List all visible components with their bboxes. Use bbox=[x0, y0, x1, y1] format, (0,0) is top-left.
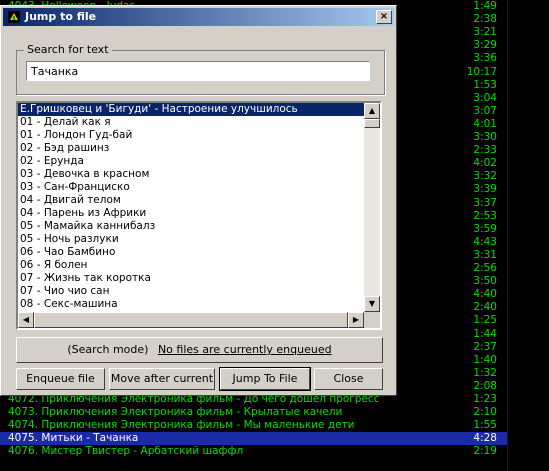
result-item[interactable]: 05 - Мамайка каннибалз bbox=[18, 220, 364, 233]
playlist-time: 2:38 bbox=[473, 13, 497, 26]
result-item[interactable]: 07 - Чио чио сан bbox=[18, 285, 364, 298]
playlist-time: 2:08 bbox=[473, 379, 497, 392]
playlist-time: 3:36 bbox=[473, 52, 497, 65]
vertical-scrollbar[interactable]: ▲ ▼ bbox=[364, 103, 380, 312]
search-input[interactable] bbox=[26, 61, 370, 81]
scroll-down-icon[interactable]: ▼ bbox=[364, 296, 380, 312]
playlist-time: 1:53 bbox=[473, 78, 497, 91]
playlist-time: 4:43 bbox=[473, 235, 497, 248]
playlist-time: 3:37 bbox=[473, 196, 497, 209]
status-message: No files are currently enqueued bbox=[157, 343, 332, 356]
playlist-row[interactable]: 1:55 4074. Приключения Электроника фильм … bbox=[0, 419, 549, 432]
scroll-up-icon[interactable]: ▲ bbox=[364, 103, 380, 119]
scroll-corner bbox=[364, 312, 380, 328]
results-list[interactable]: Е.Гришковец и 'Бигуди' - Настроение улуч… bbox=[16, 101, 382, 330]
result-item[interactable]: 04 - Парень из Африки bbox=[18, 207, 364, 220]
jump-to-file-dialog: Jump to file × Search for text Е.Гришков… bbox=[0, 5, 397, 396]
playlist-time: 1:32 bbox=[473, 366, 497, 379]
search-legend: Search for text bbox=[24, 43, 112, 56]
scroll-right-icon[interactable]: ▶ bbox=[348, 312, 364, 328]
result-item[interactable]: 06 - Чао Бамбино bbox=[18, 246, 364, 259]
result-item[interactable]: 01 - Делай как я bbox=[18, 116, 364, 129]
results-items: Е.Гришковец и 'Бигуди' - Настроение улуч… bbox=[18, 103, 364, 311]
playlist-time: 1:23 bbox=[473, 393, 497, 405]
playlist-row[interactable]: 4:28 4075. Митьки - Тачанка bbox=[0, 432, 549, 446]
playlist-time: 4:40 bbox=[473, 288, 497, 301]
close-icon[interactable]: × bbox=[376, 10, 392, 24]
result-item[interactable]: 02 - Бэд рашинз bbox=[18, 142, 364, 155]
playlist-time: 4:01 bbox=[473, 117, 497, 130]
playlist-time: 3:29 bbox=[473, 39, 497, 52]
jump-to-file-button[interactable]: Jump To File bbox=[219, 367, 311, 391]
result-item[interactable]: Е.Гришковец и 'Бигуди' - Настроение улуч… bbox=[18, 103, 364, 116]
status-mode: (Search mode) bbox=[67, 343, 149, 356]
playlist-time: 4:02 bbox=[473, 157, 497, 170]
result-item[interactable]: 07 - Жизнь так коротка bbox=[18, 272, 364, 285]
playlist-title: 4073. Приключения Электроника фильм - Кр… bbox=[8, 406, 343, 419]
playlist-title: 4075. Митьки - Тачанка bbox=[8, 432, 139, 445]
playlist-time: 1:25 bbox=[473, 314, 497, 327]
result-item[interactable]: 06 - Я болен bbox=[18, 259, 364, 272]
move-after-current-button[interactable]: Move after current bbox=[109, 368, 215, 390]
playlist-time: 2:40 bbox=[473, 301, 497, 314]
scroll-thumb[interactable] bbox=[364, 119, 380, 128]
playlist-time: 3:50 bbox=[473, 275, 497, 288]
horizontal-scrollbar[interactable]: ◀ ▶ bbox=[18, 312, 364, 328]
playlist-time: 10:17 bbox=[466, 65, 497, 78]
result-item[interactable]: 04 - Двигай телом bbox=[18, 194, 364, 207]
result-item[interactable]: 08 - Секс-машина bbox=[18, 298, 364, 311]
playlist-time: 3:31 bbox=[473, 248, 497, 261]
result-item[interactable]: 03 - Сан-Франциско bbox=[18, 181, 364, 194]
playlist-time: 1:55 bbox=[473, 419, 497, 432]
playlist-time: 3:32 bbox=[473, 170, 497, 183]
playlist-row[interactable]: 2:10 4073. Приключения Электроника фильм … bbox=[0, 406, 549, 419]
playlist-time: 2:56 bbox=[473, 262, 497, 274]
playlist-time: 1:44 bbox=[473, 327, 497, 340]
result-item[interactable]: 01 - Лондон Гуд-бай bbox=[18, 129, 364, 142]
playlist-time: 3:39 bbox=[473, 183, 497, 196]
playlist-time: 4:28 bbox=[473, 432, 497, 445]
result-item[interactable]: 03 - Девочка в красном bbox=[18, 168, 364, 181]
result-item[interactable]: 05 - Ночь разлуки bbox=[18, 233, 364, 246]
playlist-time: 2:19 bbox=[473, 445, 497, 458]
scroll-left-icon[interactable]: ◀ bbox=[18, 312, 34, 328]
playlist-title: 4074. Приключения Электроника фильм - Мы… bbox=[8, 419, 355, 432]
playlist-title: 4076. Мистер Твистер - Арбатский шаффл bbox=[8, 445, 244, 458]
playlist-time: 1:49 bbox=[473, 0, 497, 12]
result-item[interactable]: 02 - Ерунда bbox=[18, 155, 364, 168]
playlist-time: 2:53 bbox=[473, 209, 497, 222]
playlist-time: 3:21 bbox=[473, 26, 497, 39]
playlist-time: 3:59 bbox=[473, 222, 497, 235]
search-group: Search for text bbox=[16, 43, 385, 95]
status-bar: (Search mode) No files are currently enq… bbox=[16, 337, 383, 363]
close-button[interactable]: Close bbox=[314, 368, 383, 390]
scroll-hthumb[interactable] bbox=[34, 312, 348, 328]
playlist-time: 3:07 bbox=[473, 104, 497, 117]
title-bar[interactable]: Jump to file × bbox=[3, 8, 394, 26]
enqueue-file-button[interactable]: Enqueue file bbox=[16, 368, 105, 390]
playlist-time: 1:40 bbox=[473, 353, 497, 366]
playlist-time: 2:37 bbox=[473, 340, 497, 353]
playlist-row[interactable]: 2:19 4076. Мистер Твистер - Арбатский шаф… bbox=[0, 445, 549, 458]
playlist-time: 3:30 bbox=[473, 131, 497, 143]
playlist-scroll-area[interactable] bbox=[507, 0, 549, 471]
playlist-time: 3:04 bbox=[473, 91, 497, 104]
playlist-time: 2:10 bbox=[473, 406, 497, 419]
app-icon bbox=[8, 11, 20, 23]
playlist-time: 2:33 bbox=[473, 144, 497, 157]
dialog-title: Jump to file bbox=[25, 10, 97, 23]
